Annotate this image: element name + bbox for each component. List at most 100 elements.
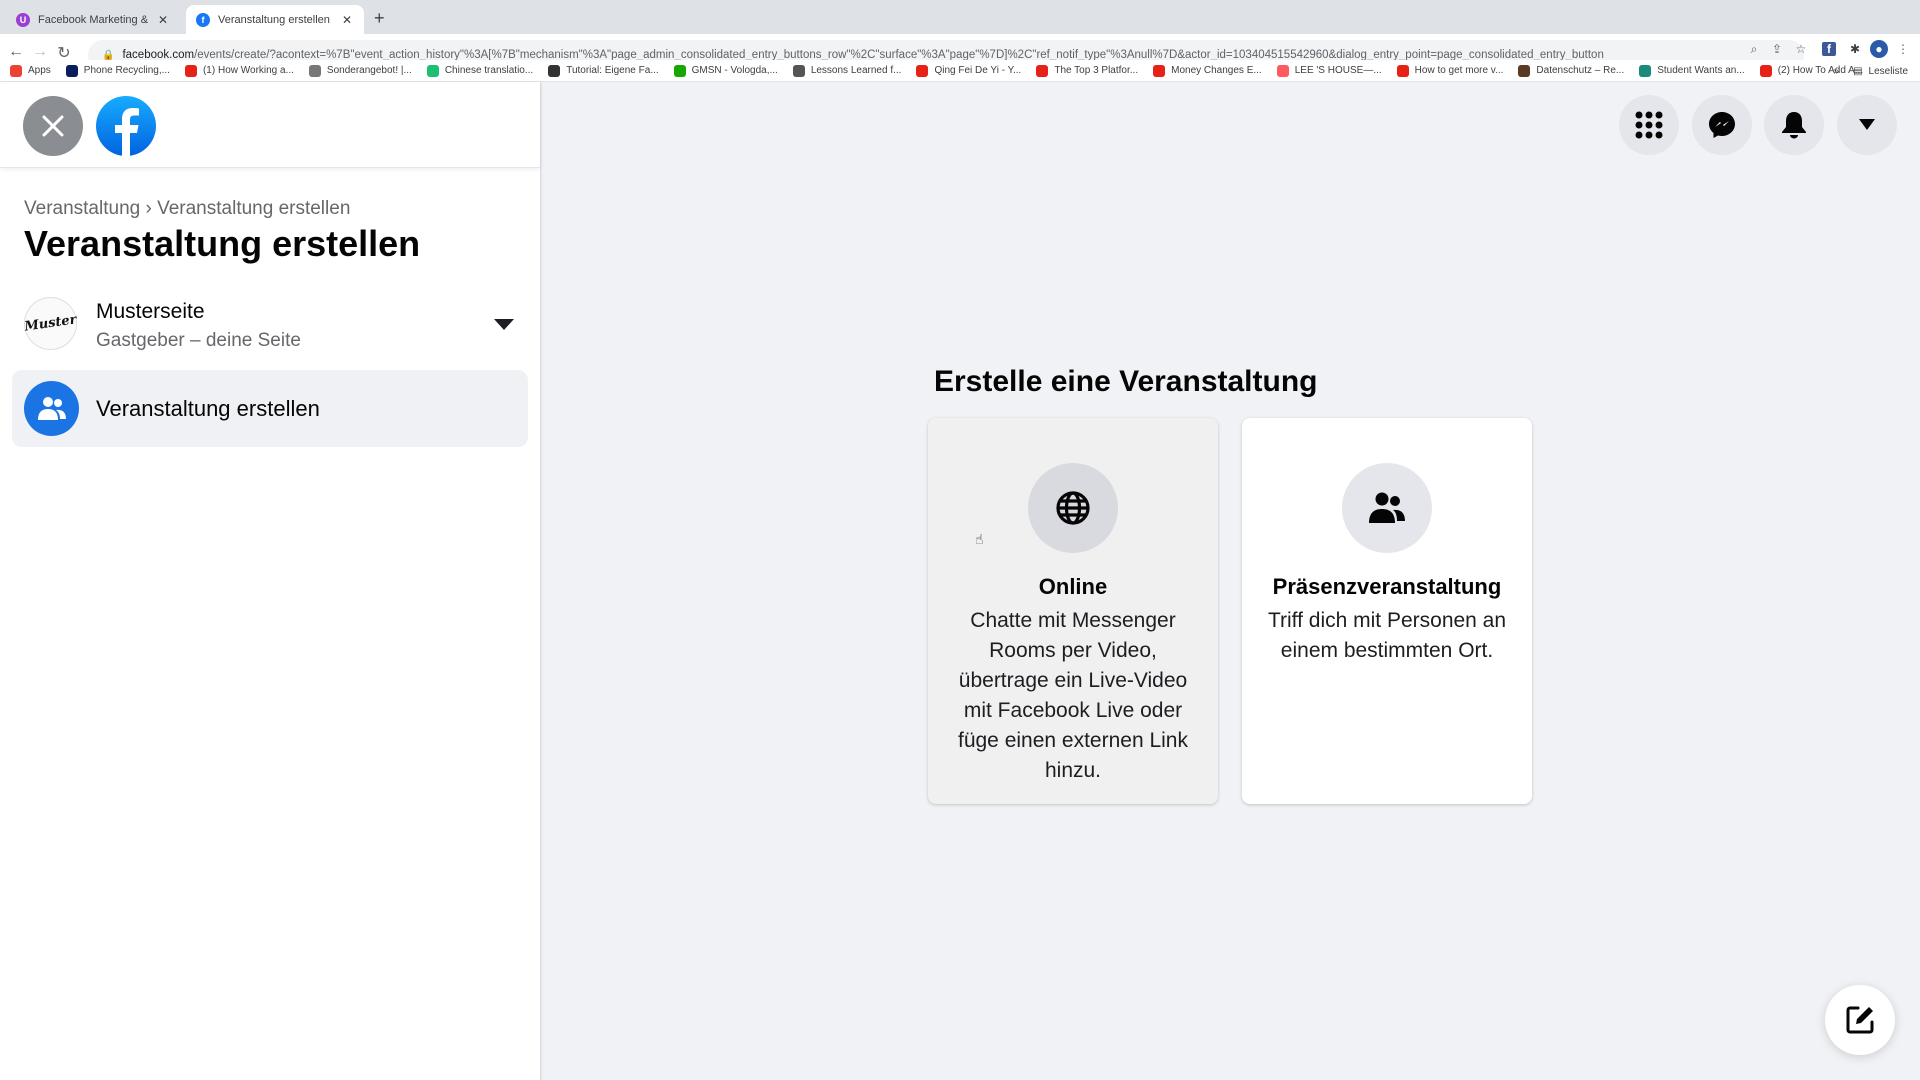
facebook-favicon-icon: f: [196, 12, 210, 27]
bookmark-label: Money Changes E...: [1171, 65, 1262, 76]
bookmark-label: Lessons Learned f...: [810, 65, 902, 76]
extensions-puzzle-icon[interactable]: ✱: [1846, 40, 1864, 58]
zoom-icon[interactable]: ⌕: [1745, 40, 1763, 58]
bookmarks-bar: Apps Phone Recycling,... (1) How Working a…: [0, 60, 1920, 82]
globe-icon-badge: [1028, 463, 1118, 553]
browser-tab[interactable]: U Facebook Marketing & Werbeanzeigen ✕: [6, 5, 180, 34]
bookmark-item[interactable]: Phone Recycling,...: [65, 64, 170, 77]
bookmark-label: Qing Fei De Yi - Y...: [934, 65, 1022, 76]
people-icon-badge: [1342, 463, 1432, 553]
people-icon-badge: [24, 381, 79, 436]
host-subtitle: Gastgeber – deine Seite: [96, 330, 301, 351]
reading-list-icon: ▤: [1853, 65, 1863, 77]
bookmarks-overflow-button[interactable]: »: [1834, 66, 1840, 77]
page-title: Veranstaltung erstellen: [24, 223, 421, 264]
left-panel-header: [0, 82, 540, 168]
sidebar-item-create-event[interactable]: Veranstaltung erstellen: [12, 370, 528, 447]
breadcrumb-separator: ›: [145, 198, 152, 219]
card-description: Chatte mit Messenger Rooms per Video, üb…: [957, 609, 1188, 782]
bookmark-item[interactable]: Apps: [10, 64, 51, 77]
bell-icon: [1782, 112, 1806, 139]
lock-icon: 🔒: [102, 49, 115, 61]
caret-down-icon[interactable]: [494, 319, 514, 330]
apps-grid-icon: [1635, 111, 1663, 139]
compose-edit-icon: [1846, 1006, 1874, 1034]
forward-icon[interactable]: →: [28, 43, 52, 61]
apps-grid-icon: [10, 64, 22, 77]
host-name: Musterseite: [96, 300, 205, 323]
new-tab-button[interactable]: +: [374, 8, 385, 29]
bookmark-item[interactable]: Student Wants an...: [1639, 64, 1745, 77]
bookmark-item[interactable]: LEE 'S HOUSE—...: [1276, 64, 1382, 77]
breadcrumb-current: Veranstaltung erstellen: [157, 198, 351, 219]
card-title: Präsenzveranstaltung: [1272, 574, 1502, 599]
bookmark-label: (1) How Working a...: [202, 65, 294, 76]
tab-close-icon[interactable]: ✕: [340, 13, 354, 27]
youtube-icon: [1759, 64, 1772, 77]
bookmark-item[interactable]: Datenschutz – Re...: [1518, 64, 1624, 77]
left-panel: Veranstaltung › Veranstaltung erstellen …: [0, 82, 541, 1080]
breadcrumb-parent-link[interactable]: Veranstaltung: [24, 198, 140, 219]
bookmark-label: Phone Recycling,...: [83, 65, 170, 76]
bookmark-item[interactable]: Money Changes E...: [1153, 64, 1262, 77]
bookmark-label: How to get more v...: [1414, 65, 1504, 76]
menu-button[interactable]: [1619, 95, 1679, 155]
share-icon[interactable]: ⇪: [1768, 40, 1786, 58]
bookmark-label: Sonderangebot! |...: [326, 65, 412, 76]
youtube-icon: [916, 64, 929, 77]
tab-favicon-icon: U: [16, 12, 30, 27]
back-icon[interactable]: ←: [4, 43, 28, 61]
upwork-icon: [673, 64, 686, 77]
bookmark-item[interactable]: How to get more v...: [1396, 64, 1504, 77]
bookmark-item[interactable]: The Top 3 Platfor...: [1036, 64, 1139, 77]
youtube-icon: [1153, 64, 1166, 77]
breadcrumb: Veranstaltung › Veranstaltung erstellen: [24, 198, 350, 220]
bookmark-label: LEE 'S HOUSE—...: [1294, 65, 1382, 76]
bookmark-item[interactable]: Lessons Learned f...: [792, 64, 902, 77]
browser-tab-active[interactable]: f Veranstaltung erstellen | Facebook ✕: [186, 5, 364, 34]
bookmark-item[interactable]: Tutorial: Eigene Fa...: [548, 64, 659, 77]
chrome-menu-icon[interactable]: ⋮: [1894, 40, 1912, 58]
o2-icon: [65, 64, 78, 77]
host-selector[interactable]: Muster Musterseite Gastgeber – deine Sei…: [20, 293, 514, 359]
bookmark-label: Student Wants an...: [1657, 65, 1745, 76]
notifications-button[interactable]: [1764, 95, 1824, 155]
card-description: Triff dich mit Personen an einem bestimm…: [1267, 609, 1507, 662]
sidebar-item-label: Veranstaltung erstellen: [96, 396, 320, 421]
tab-close-icon[interactable]: ✕: [156, 13, 170, 27]
account-menu-button[interactable]: [1837, 95, 1897, 155]
event-type-card-online[interactable]: Online Chatte mit Messenger Rooms per Vi…: [928, 418, 1218, 804]
percent-icon: [792, 64, 805, 77]
tab-title: Veranstaltung erstellen | Facebook: [218, 13, 334, 26]
event-type-card-in-person[interactable]: Präsenzveranstaltung Triff dich mit Pers…: [1242, 418, 1532, 804]
bookmark-item[interactable]: Qing Fei De Yi - Y...: [916, 64, 1022, 77]
bookmark-item[interactable]: Chinese translatio...: [426, 64, 534, 77]
bookmark-label: The Top 3 Platfor...: [1054, 65, 1139, 76]
profile-avatar-icon[interactable]: ●: [1870, 40, 1888, 58]
close-button[interactable]: [23, 96, 83, 156]
bookmark-item[interactable]: Sonderangebot! |...: [308, 64, 412, 77]
bookmark-item[interactable]: GMSN - Vologda,...: [673, 64, 778, 77]
caret-down-icon: [1859, 119, 1875, 130]
bookmark-label: Tutorial: Eigene Fa...: [566, 65, 659, 76]
mouse-cursor-icon: ☝: [975, 531, 984, 547]
fiverr-icon: [426, 64, 439, 77]
hash-icon: [548, 64, 561, 77]
bookmark-label: GMSN - Vologda,...: [691, 65, 778, 76]
facebook-logo[interactable]: [96, 96, 156, 156]
bookmark-label: Chinese translatio...: [444, 65, 534, 76]
tab-title: Facebook Marketing & Werbeanzeigen: [38, 13, 150, 26]
main-title: Erstelle eine Veranstaltung: [934, 365, 1318, 398]
bookmark-star-icon[interactable]: ☆: [1792, 40, 1810, 58]
reading-list-button[interactable]: Leseliste: [1869, 66, 1908, 77]
globe-icon: [1056, 491, 1090, 525]
youtube-icon: [1396, 64, 1409, 77]
bookmarks-right: » ▤ Leseliste: [1834, 60, 1908, 82]
new-message-button[interactable]: [1825, 985, 1895, 1055]
bookmark-item[interactable]: (1) How Working a...: [184, 64, 294, 77]
facebook-extension-icon[interactable]: f: [1822, 42, 1836, 56]
messenger-button[interactable]: [1692, 95, 1752, 155]
check-circle-icon: [308, 64, 321, 77]
facebook-f-icon: [115, 108, 139, 156]
photo-icon: [1518, 64, 1531, 77]
